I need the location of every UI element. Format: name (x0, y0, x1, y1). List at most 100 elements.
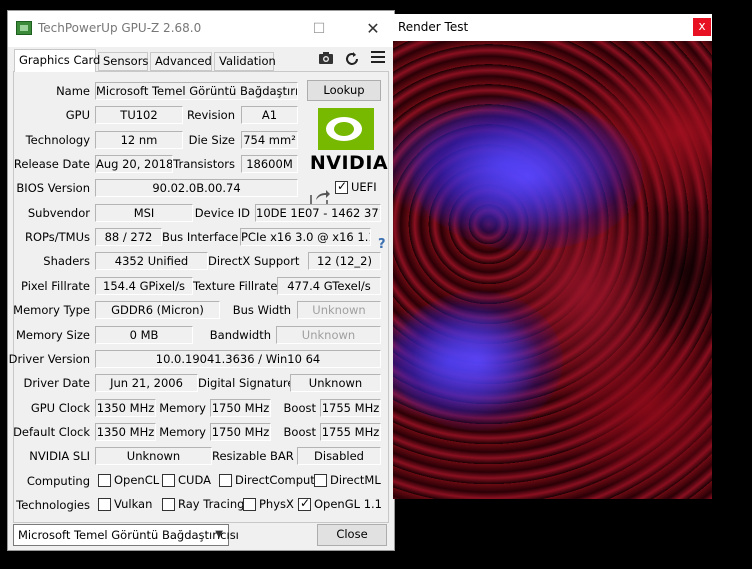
device-select-value: Microsoft Temel Görüntü Bağdaştırıcısı (18, 528, 239, 542)
default-clock-memory-label: Memory (159, 425, 206, 439)
pixel-fillrate-value: 154.4 GPixel/s (95, 277, 193, 295)
maximize-button[interactable]: ☐ (304, 17, 334, 41)
cuda-checkbox[interactable] (162, 474, 175, 487)
close-button[interactable]: Close (317, 524, 387, 546)
resizable-bar-label: Resizable BAR (212, 449, 294, 463)
gpu-clock-memory-label: Memory (159, 401, 206, 415)
uefi-label: UEFI (351, 180, 377, 194)
bandwidth-label: Bandwidth (209, 328, 271, 342)
ray-tracing-label: Ray Tracing (178, 497, 245, 511)
blue-glow-lower (393, 291, 563, 431)
rops-tmus-value: 88 / 272 (95, 228, 162, 246)
default-clock-label: Default Clock (13, 425, 90, 439)
menu-icon[interactable] (369, 51, 387, 67)
technology-value: 12 nm (95, 131, 183, 149)
opencl-label: OpenCL (114, 473, 160, 487)
ray-tracing-checkbox[interactable] (162, 498, 175, 511)
lookup-button[interactable]: Lookup (307, 80, 381, 101)
name-value: Microsoft Temel Görüntü Bağdaştırıcısı (95, 82, 298, 100)
vulkan-checkbox[interactable] (98, 498, 111, 511)
transistors-label: Transistors (173, 157, 235, 171)
opencl-checkbox[interactable] (98, 474, 111, 487)
directcompute-checkbox[interactable] (219, 474, 232, 487)
gpu-clock-boost-label: Boost (283, 401, 316, 415)
gpu-clock-value: 1350 MHz (95, 399, 156, 417)
memory-type-value: GDDR6 (Micron) (95, 301, 220, 319)
driver-version-value: 10.0.19041.3636 / Win10 64 (95, 350, 381, 368)
rops-tmus-label: ROPs/TMUs (25, 230, 90, 244)
technology-label: Technology (25, 133, 90, 147)
camera-icon[interactable] (317, 51, 335, 67)
name-label: Name (56, 84, 90, 98)
die-size-value: 754 mm² (241, 131, 298, 149)
shaders-label: Shaders (43, 254, 90, 268)
uefi-checkbox[interactable] (335, 179, 348, 194)
gpu-value: TU102 (95, 106, 183, 124)
bandwidth-value: Unknown (276, 326, 381, 344)
shaders-value: 4352 Unified (95, 252, 208, 270)
revision-label: Revision (186, 108, 235, 122)
device-select[interactable]: Microsoft Temel Görüntü Bağdaştırıcısı ▼ (13, 524, 239, 546)
memory-size-value: 0 MB (95, 326, 193, 344)
directcompute-label: DirectCompute (235, 473, 322, 487)
digital-signature-label: Digital Signature (198, 376, 295, 390)
device-id-label: Device ID (194, 206, 250, 220)
tab-graphics-card[interactable]: Graphics Card (14, 49, 100, 72)
bus-interface-value: PCIe x16 3.0 @ x16 1.1 (240, 228, 371, 246)
memory-type-label: Memory Type (13, 303, 90, 317)
subvendor-label: Subvendor (27, 206, 90, 220)
device-id-value: 10DE 1E07 - 1462 3715 (255, 204, 381, 222)
transistors-value: 18600M (241, 155, 298, 173)
render-test-close-button[interactable]: x (693, 18, 711, 36)
technologies-label: Technologies (16, 498, 90, 512)
tab-advanced[interactable]: Advanced (150, 52, 212, 71)
default-clock-boost-value: 1755 MHz (320, 423, 381, 441)
bios-version-value: 90.02.0B.00.74 (95, 179, 298, 197)
physx-checkbox[interactable] (243, 498, 256, 511)
nvidia-sli-value: Unknown (95, 447, 212, 465)
render-test-window: Render Test x (393, 14, 712, 499)
revision-value: A1 (241, 106, 298, 124)
cuda-label: CUDA (178, 473, 211, 487)
tab-sensors[interactable]: Sensors (98, 52, 148, 71)
release-date-value: Aug 20, 2018 (95, 155, 173, 173)
default-clock-boost-label: Boost (283, 425, 316, 439)
bus-width-label: Bus Width (232, 303, 291, 317)
nvidia-wordmark: NVIDIA (309, 152, 389, 174)
directml-checkbox[interactable] (314, 474, 327, 487)
nvidia-logo: NVIDIA (308, 108, 390, 178)
computing-label: Computing (26, 474, 90, 488)
memory-size-label: Memory Size (15, 328, 90, 342)
subvendor-value: MSI (95, 204, 193, 222)
refresh-icon[interactable] (343, 51, 361, 67)
title-bar[interactable]: TechPowerUp GPU-Z 2.68.0 ☐ ✕ (8, 11, 394, 47)
opengl-checkbox[interactable] (298, 496, 311, 511)
vulkan-label: Vulkan (114, 497, 153, 511)
directx-value: 12 (12_2) (308, 252, 381, 270)
gpu-clock-boost-value: 1755 MHz (320, 399, 381, 417)
directml-label: DirectML (330, 473, 381, 487)
render-canvas (393, 41, 712, 499)
nvidia-eye-icon (318, 108, 374, 150)
nvidia-sli-label: NVIDIA SLI (29, 449, 90, 463)
gpuz-app-icon (16, 21, 32, 35)
release-date-label: Release Date (13, 157, 90, 171)
close-window-button[interactable]: ✕ (358, 17, 388, 41)
resizable-bar-value: Disabled (297, 447, 381, 465)
driver-date-value: Jun 21, 2006 (95, 374, 198, 392)
driver-version-label: Driver Version (8, 352, 90, 366)
gpu-clock-label: GPU Clock (30, 401, 90, 415)
physx-label: PhysX (259, 497, 294, 511)
help-icon[interactable]: ? (378, 237, 386, 252)
driver-date-label: Driver Date (23, 376, 90, 390)
digital-signature-value: Unknown (290, 374, 381, 392)
dark-shadow (623, 191, 712, 351)
pixel-fillrate-label: Pixel Fillrate (21, 279, 90, 293)
bus-interface-label: Bus Interface (162, 230, 239, 244)
texture-fillrate-label: Texture Fillrate (193, 279, 278, 293)
texture-fillrate-value: 477.4 GTexel/s (277, 277, 381, 295)
chevron-down-icon: ▼ (215, 529, 223, 540)
tab-validation[interactable]: Validation (214, 52, 276, 71)
opengl-label: OpenGL 1.1 (314, 497, 382, 511)
gpuz-window: TechPowerUp GPU-Z 2.68.0 ☐ ✕ Graphics Ca… (7, 10, 395, 551)
